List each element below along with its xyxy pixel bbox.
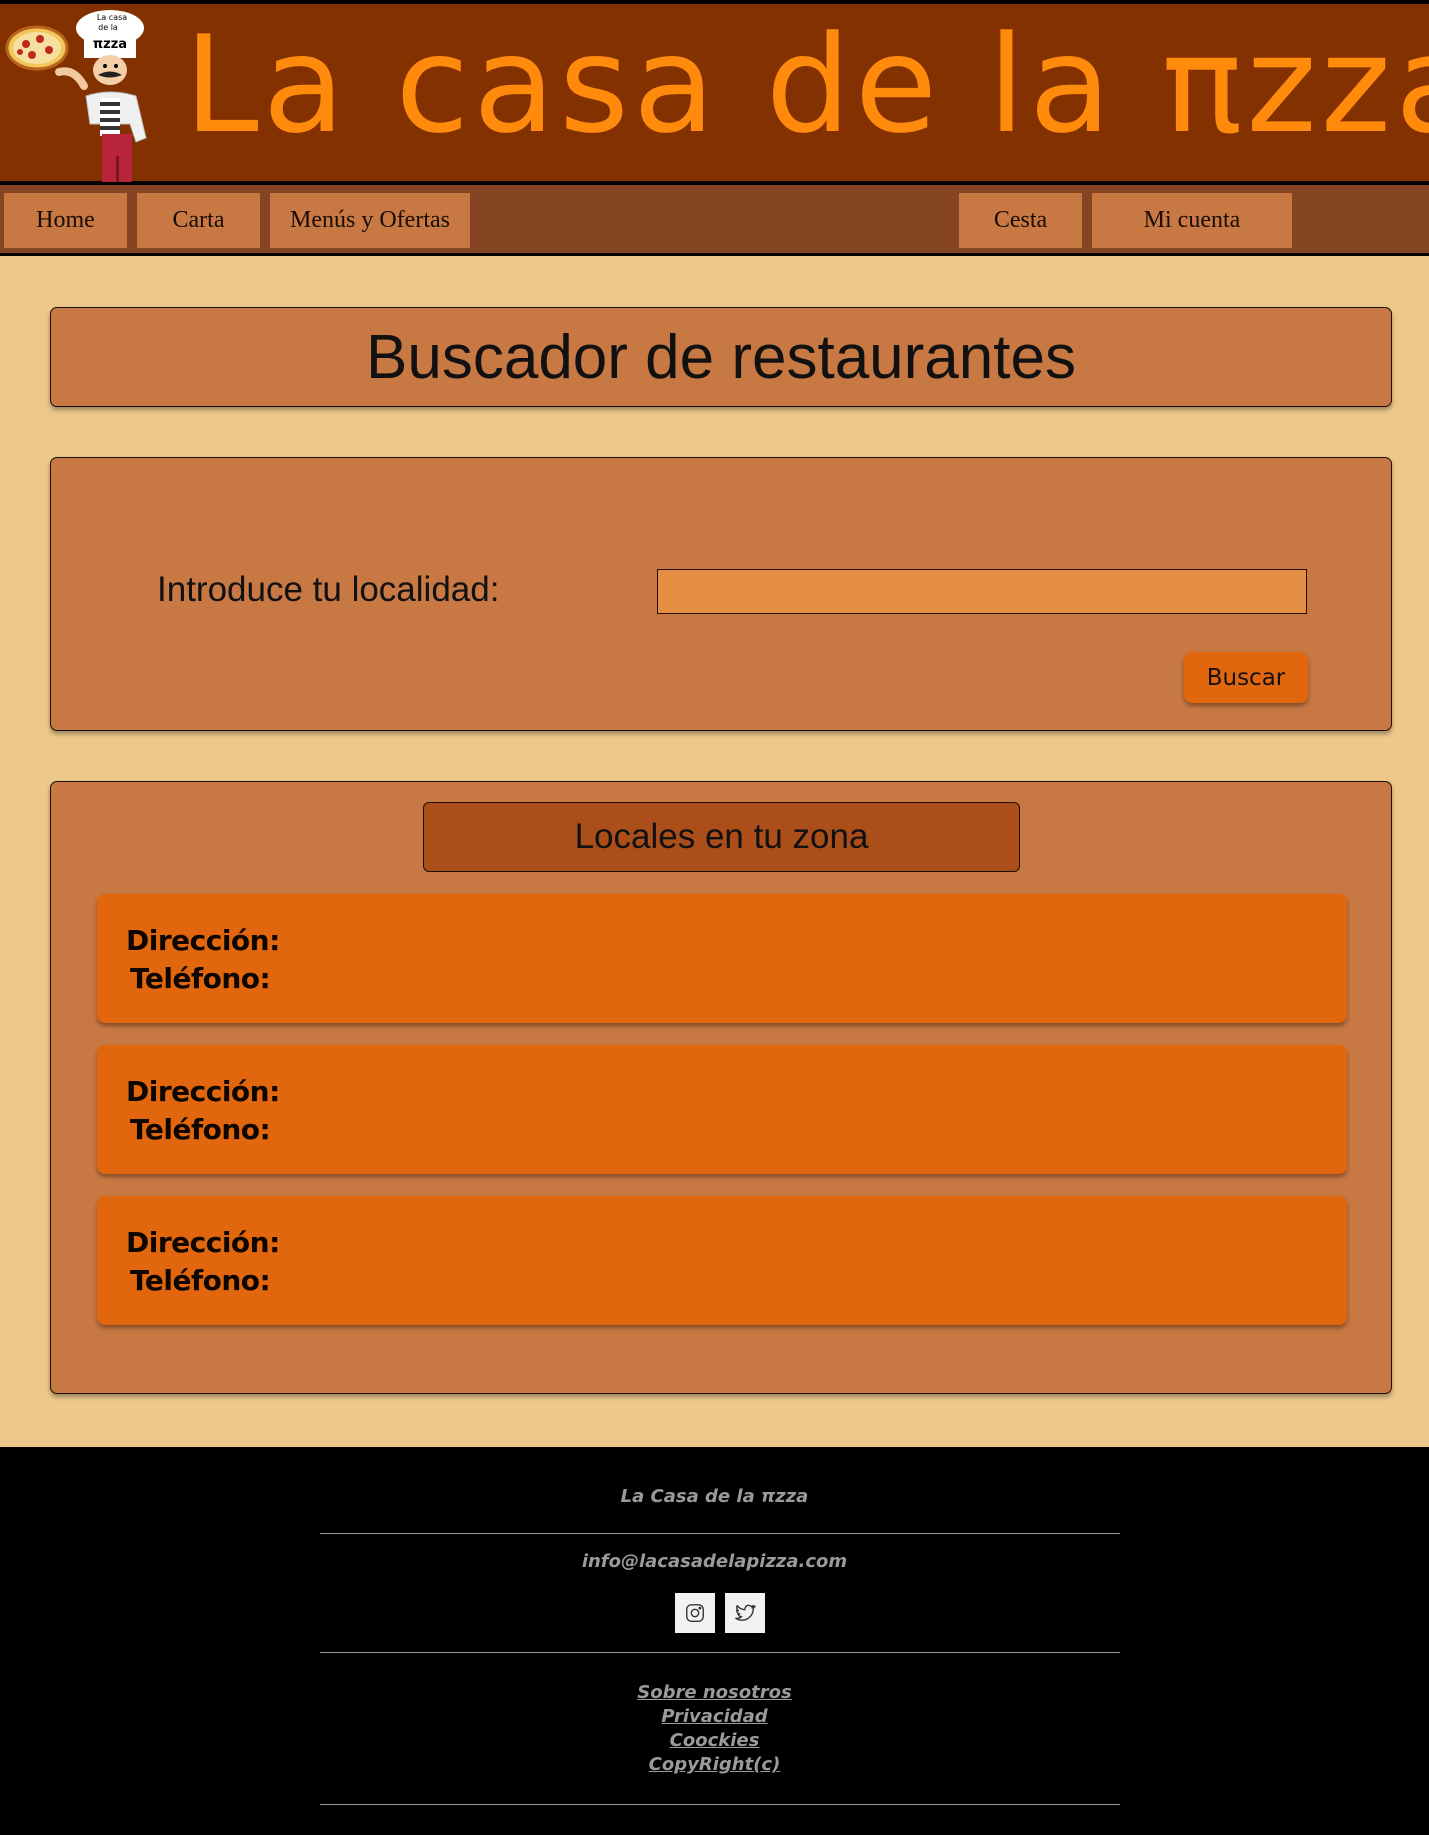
site-title: La casa de la πzza	[184, 7, 1429, 163]
results-panel: Locales en tu zona Dirección: Teléfono: …	[50, 781, 1392, 1394]
main-nav: Home Carta Menús y Ofertas Cesta Mi cuen…	[0, 185, 1429, 256]
site-header: La casa de la πzza La casa de la πzza	[0, 0, 1429, 185]
footer-link-copyright[interactable]: CopyRight(c)	[0, 1753, 1429, 1777]
footer-link-cookies[interactable]: Coockies	[0, 1729, 1429, 1753]
results-heading: Locales en tu zona	[423, 802, 1020, 872]
restaurant-card[interactable]: Dirección: Teléfono:	[97, 1045, 1347, 1174]
nav-cesta[interactable]: Cesta	[959, 193, 1082, 248]
svg-text:La casa: La casa	[97, 13, 127, 22]
restaurant-card[interactable]: Dirección: Teléfono:	[97, 894, 1347, 1023]
search-button[interactable]: Buscar	[1184, 652, 1308, 703]
chef-with-pizza-icon[interactable]: La casa de la πzza	[4, 6, 156, 184]
nav-mi-cuenta[interactable]: Mi cuenta	[1092, 193, 1292, 248]
twitter-icon[interactable]	[725, 1593, 765, 1633]
page-title: Buscador de restaurantes	[366, 322, 1076, 392]
address-label: Dirección:	[126, 1226, 280, 1259]
address-label: Dirección:	[126, 1075, 280, 1108]
svg-text:πzza: πzza	[93, 37, 127, 52]
footer-link-sobre-nosotros[interactable]: Sobre nosotros	[0, 1681, 1429, 1705]
footer-email[interactable]: info@lacasadelapizza.com	[0, 1551, 1429, 1572]
title-panel: Buscador de restaurantes	[50, 307, 1392, 407]
svg-text:de la: de la	[98, 23, 118, 32]
nav-menus-ofertas[interactable]: Menús y Ofertas	[270, 193, 470, 248]
site-footer: La Casa de la πzza info@lacasadelapizza.…	[0, 1447, 1429, 1835]
location-input[interactable]	[657, 569, 1307, 614]
phone-label: Teléfono:	[130, 1113, 271, 1146]
footer-link-privacidad[interactable]: Privacidad	[0, 1705, 1429, 1729]
nav-home[interactable]: Home	[4, 193, 127, 248]
footer-brand: La Casa de la πzza	[620, 1486, 809, 1507]
footer-divider	[320, 1533, 1120, 1534]
footer-links: Sobre nosotros Privacidad Coockies CopyR…	[0, 1681, 1429, 1777]
location-label: Introduce tu localidad:	[157, 570, 500, 609]
search-panel: Introduce tu localidad: Buscar	[50, 457, 1392, 731]
restaurant-card[interactable]: Dirección: Teléfono:	[97, 1196, 1347, 1325]
phone-label: Teléfono:	[130, 962, 271, 995]
nav-carta[interactable]: Carta	[137, 193, 260, 248]
address-label: Dirección:	[126, 924, 280, 957]
footer-divider	[320, 1652, 1120, 1653]
footer-divider	[320, 1804, 1120, 1805]
instagram-icon[interactable]	[675, 1593, 715, 1633]
phone-label: Teléfono:	[130, 1264, 271, 1297]
